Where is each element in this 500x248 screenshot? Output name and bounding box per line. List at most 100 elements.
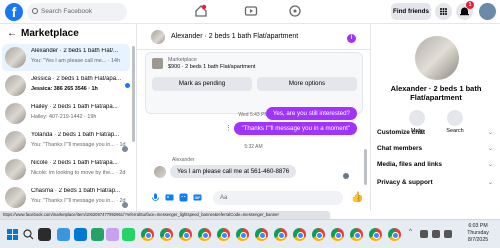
back-arrow-icon[interactable]: ←: [7, 28, 17, 39]
conversation-preview: Jessica: 386 265 3546 · 1h: [31, 86, 98, 92]
chrome-icon[interactable]: [312, 228, 325, 241]
chat-panel: Alexander · 2 beds 1 bath Flat/apartment…: [137, 24, 370, 211]
message-input[interactable]: Aa: [213, 191, 343, 205]
conversation-name: Yolanda · 2 beds 1 bath Flat/ap...: [31, 132, 120, 138]
chat-members-row[interactable]: Chat members ⌄: [377, 142, 495, 156]
marketplace-sidebar: ← Marketplace Alexander · 2 beds 1 bath F…: [0, 24, 137, 211]
more-options-button[interactable]: More options: [257, 77, 357, 91]
chrome-icon[interactable]: [236, 228, 249, 241]
outgoing-message[interactable]: "Thanks I"'ll message you in a moment": [234, 122, 357, 135]
chrome-icon[interactable]: [217, 228, 230, 241]
conversation-item[interactable]: Yolanda · 2 beds 1 bath Flat/ap... You: …: [2, 128, 130, 155]
chrome-icon[interactable]: [293, 228, 306, 241]
chrome-icon[interactable]: [160, 228, 173, 241]
clock-time: 6:03 PM: [468, 223, 488, 229]
search-input[interactable]: Search Facebook: [27, 3, 127, 21]
conversation-name: Hailey · 2 beds 1 bath Flat/apa...: [31, 104, 118, 110]
search-icon[interactable]: [22, 228, 35, 241]
seen-avatar: [343, 173, 349, 179]
file-explorer-icon[interactable]: [57, 228, 70, 241]
media-files-links-row[interactable]: Media, files and links ⌄: [377, 158, 495, 172]
chrome-icon[interactable]: [331, 228, 344, 241]
listing-thumbnail: [5, 131, 26, 152]
conversation-item[interactable]: Hailey · 2 beds 1 bath Flat/apa... Haile…: [2, 100, 130, 127]
row-label: Chat members: [377, 145, 423, 152]
chevron-down-icon: ⌄: [487, 162, 493, 168]
conversation-item[interactable]: Jessica · 2 beds 1 bath Flat/apa... Jess…: [2, 72, 130, 99]
customize-chat-row[interactable]: Customize chat ⌄: [377, 126, 495, 140]
chrome-icon[interactable]: [350, 228, 363, 241]
notification-badge: 1: [466, 1, 474, 9]
chrome-icon[interactable]: [255, 228, 268, 241]
marketplace-label: Marketplace: [168, 57, 197, 63]
bell-icon: [409, 110, 425, 126]
app-icon[interactable]: [106, 228, 119, 241]
listing-photo[interactable]: [415, 36, 459, 80]
profile-avatar[interactable]: [479, 3, 496, 20]
marketplace-listing-card: Marketplace $900 · 2 beds 1 bath Flat/ap…: [145, 52, 363, 114]
app-icon[interactable]: [91, 228, 104, 241]
listing-price[interactable]: $900 · 2 beds 1 bath Flat/apartment: [168, 64, 255, 70]
sender-avatar[interactable]: [154, 166, 166, 178]
listing-thumbnail: [5, 103, 26, 124]
facebook-logo[interactable]: f: [5, 3, 23, 21]
listing-thumbnail[interactable]: [152, 58, 163, 69]
chevron-down-icon: ⌄: [487, 180, 493, 186]
chrome-icon[interactable]: [369, 228, 382, 241]
conversation-item[interactable]: Alexander · 2 beds 1 bath Flat/... You: …: [2, 44, 130, 71]
system-clock[interactable]: 6:03 PM Thursday 8/7/2025: [458, 223, 498, 244]
top-navigation-bar: f Search Facebook Find friends 1: [0, 0, 500, 24]
task-view-icon[interactable]: [38, 228, 51, 241]
privacy-support-row[interactable]: Privacy & support ⌄: [377, 176, 495, 190]
chrome-icon[interactable]: [388, 228, 401, 241]
chat-title[interactable]: Alexander · 2 beds 1 bath Flat/apartment: [171, 33, 298, 40]
conversation-preview: Hailey: 407-219-1442 · 19h: [31, 114, 97, 120]
outgoing-message[interactable]: Yes, are you still interested?: [265, 107, 357, 120]
chevron-up-icon[interactable]: ^: [409, 229, 412, 235]
seen-avatar: [122, 202, 128, 208]
volume-icon[interactable]: [432, 230, 440, 238]
incoming-message[interactable]: Yes I am please call me at 561-460-8876: [170, 165, 297, 178]
chrome-icon[interactable]: [141, 228, 154, 241]
chat-scrollbar[interactable]: [364, 149, 367, 185]
message-composer: GIF Aa 👍: [137, 187, 370, 209]
search-placeholder: Search Facebook: [41, 8, 92, 15]
battery-icon[interactable]: [444, 230, 452, 238]
chrome-icon[interactable]: [179, 228, 192, 241]
gif-icon[interactable]: GIF: [193, 193, 202, 202]
find-friends-button[interactable]: Find friends: [391, 3, 431, 20]
sticker-icon[interactable]: [179, 193, 188, 202]
chat-listing-thumbnail[interactable]: [151, 30, 165, 44]
like-thumbs-up-icon[interactable]: 👍: [351, 192, 363, 203]
conversation-item[interactable]: Nicole · 2 beds 1 bath Flat/apa... Nicol…: [2, 156, 130, 183]
photo-icon[interactable]: [165, 193, 174, 202]
info-icon[interactable]: i: [347, 34, 356, 43]
video-icon[interactable]: [244, 4, 258, 18]
chevron-down-icon: ⌄: [487, 130, 493, 136]
timestamp: 5:32 AM: [244, 144, 263, 150]
chrome-icon[interactable]: [198, 228, 211, 241]
listing-thumbnail: [5, 159, 26, 180]
conversation-preview: You: "Thanks I"'ll message you in... · 2…: [31, 198, 126, 204]
windows-start-icon[interactable]: [6, 228, 19, 241]
gaming-icon[interactable]: [288, 4, 302, 18]
listing-thumbnail: [5, 75, 26, 96]
menu-grid-icon[interactable]: [435, 3, 452, 20]
edge-icon[interactable]: [74, 228, 87, 241]
voice-clip-icon[interactable]: [151, 193, 160, 202]
home-icon[interactable]: [194, 4, 208, 18]
conversation-name: Jessica · 2 beds 1 bath Flat/apa...: [31, 76, 122, 82]
windows-taskbar: ^ 6:03 PM Thursday 8/7/2025: [0, 219, 500, 248]
chat-header: Alexander · 2 beds 1 bath Flat/apartment…: [137, 24, 370, 50]
chrome-icon[interactable]: [274, 228, 287, 241]
row-label: Media, files and links: [377, 161, 443, 168]
sidebar-header: ← Marketplace: [0, 28, 130, 44]
clock-date: 8/7/2025: [467, 237, 489, 243]
conversation-name: Chasma · 2 beds 1 bath Flat/ap...: [31, 188, 121, 194]
wifi-icon[interactable]: [420, 230, 428, 238]
sidebar-scrollbar[interactable]: [132, 46, 135, 142]
search-icon: [32, 8, 38, 14]
whatsapp-icon[interactable]: [122, 228, 135, 241]
mark-as-pending-button[interactable]: Mark as pending: [152, 77, 252, 91]
conversation-item[interactable]: Chasma · 2 beds 1 bath Flat/ap... You: "…: [2, 184, 130, 211]
